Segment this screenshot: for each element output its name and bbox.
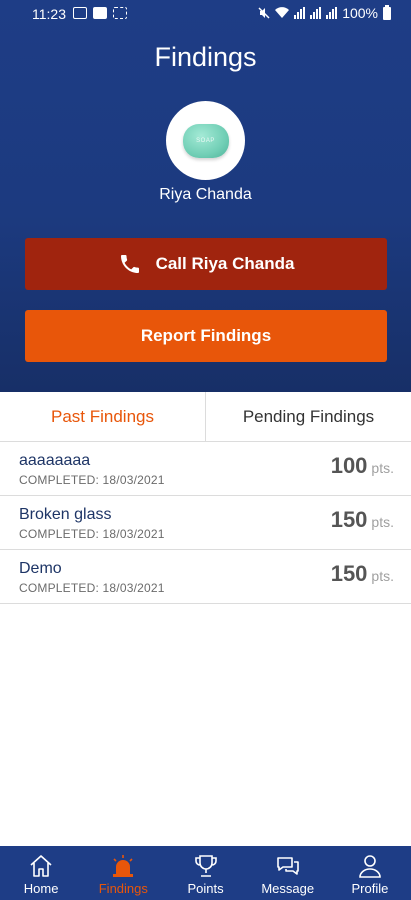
- finding-status: COMPLETED: 18/03/2021: [19, 473, 165, 487]
- avatar: SOAP: [166, 101, 245, 180]
- finding-row[interactable]: aaaaaaaa COMPLETED: 18/03/2021 100 pts.: [0, 442, 411, 496]
- chat-icon: [274, 853, 302, 879]
- points-unit: pts.: [371, 514, 394, 530]
- findings-tabs: Past Findings Pending Findings: [0, 392, 411, 442]
- points-unit: pts.: [371, 460, 394, 476]
- points-value: 150: [330, 561, 368, 586]
- call-button-label: Call Riya Chanda: [155, 254, 295, 273]
- call-button[interactable]: Call Riya Chanda: [25, 238, 387, 290]
- nav-findings[interactable]: Findings: [82, 846, 164, 900]
- wifi-icon: [275, 7, 290, 19]
- points-value: 100: [330, 453, 368, 478]
- nav-findings-label: Findings: [98, 881, 148, 896]
- finding-title: aaaaaaaa: [19, 452, 91, 469]
- trophy-icon: [192, 853, 220, 879]
- tab-past-findings[interactable]: Past Findings: [0, 392, 206, 441]
- status-bar: 11:23 100%: [0, 0, 411, 28]
- report-button-label: Report Findings: [140, 326, 272, 345]
- signal-icon-2: [310, 7, 322, 19]
- nav-message-label: Message: [261, 881, 315, 896]
- status-right: 100%: [258, 4, 391, 21]
- header: 11:23 100% Findings SOAP Riya Chanda Cal…: [0, 0, 411, 392]
- nav-profile-label: Profile: [351, 881, 389, 896]
- battery-percent: 100%: [342, 5, 378, 21]
- finding-points: 100 pts.: [331, 453, 394, 479]
- nav-message[interactable]: Message: [247, 846, 329, 900]
- siren-icon: [109, 853, 137, 879]
- screenshot-icon: [113, 7, 127, 19]
- finding-row[interactable]: Broken glass COMPLETED: 18/03/2021 150 p…: [0, 496, 411, 550]
- finding-points: 150 pts.: [331, 507, 394, 533]
- finding-status: COMPLETED: 18/03/2021: [19, 581, 165, 595]
- nav-home-label: Home: [23, 881, 59, 896]
- message-notification-icon: [93, 7, 107, 19]
- finding-row[interactable]: Demo COMPLETED: 18/03/2021 150 pts.: [0, 550, 411, 604]
- image-notification-icon: [73, 7, 87, 19]
- nav-points-label: Points: [187, 881, 224, 896]
- page-title: Findings: [154, 42, 257, 72]
- finding-title: Broken glass: [19, 506, 112, 523]
- signal-icon-3: [326, 7, 338, 19]
- user-name: Riya Chanda: [159, 186, 252, 203]
- nav-home[interactable]: Home: [0, 846, 82, 900]
- finding-points: 150 pts.: [331, 561, 394, 587]
- battery-icon: [383, 4, 391, 20]
- nav-profile[interactable]: Profile: [329, 846, 411, 900]
- tab-pending-findings[interactable]: Pending Findings: [206, 392, 411, 441]
- report-findings-button[interactable]: Report Findings: [25, 310, 387, 362]
- points-value: 150: [330, 507, 368, 532]
- finding-title: Demo: [19, 560, 62, 577]
- mute-icon: [258, 7, 270, 19]
- finding-status: COMPLETED: 18/03/2021: [19, 527, 165, 541]
- signal-icon: [294, 7, 306, 19]
- bottom-nav: Home Findings Points Message Profile: [0, 846, 411, 900]
- soap-image: SOAP: [182, 123, 229, 158]
- points-unit: pts.: [371, 568, 394, 584]
- phone-icon: [118, 252, 142, 276]
- user-icon: [356, 853, 384, 879]
- nav-points[interactable]: Points: [164, 846, 246, 900]
- home-icon: [27, 853, 55, 879]
- status-time: 11:23: [32, 6, 66, 22]
- findings-list: aaaaaaaa COMPLETED: 18/03/2021 100 pts. …: [0, 442, 411, 604]
- notification-icons: [73, 7, 127, 19]
